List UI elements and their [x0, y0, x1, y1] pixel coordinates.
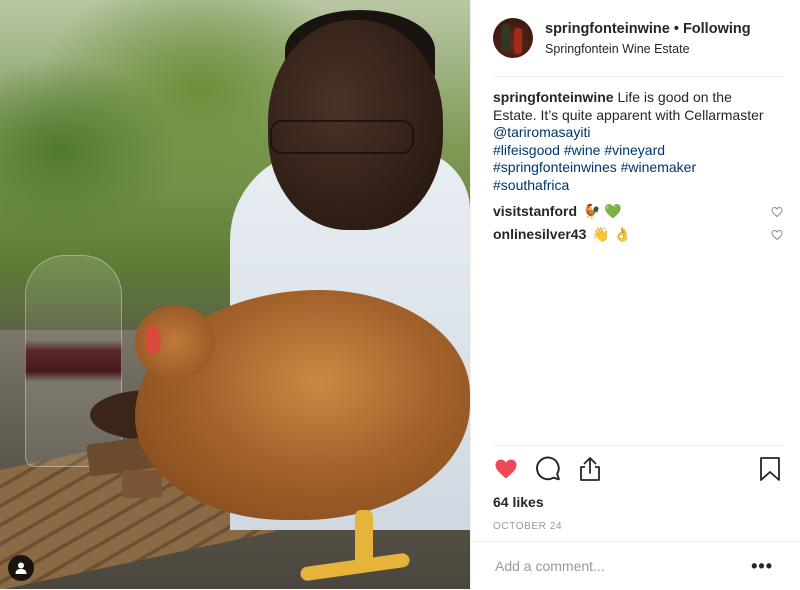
heart-outline-icon[interactable] [771, 206, 783, 218]
post-header: springfonteinwine • Following Springfontei… [493, 14, 783, 77]
avatar-bottle [514, 28, 522, 54]
comment-input[interactable] [493, 557, 737, 575]
avatar-bottle [502, 24, 510, 52]
photo-bread [122, 470, 162, 498]
heart-filled-icon [495, 459, 517, 479]
comment-text: 👋 👌 [592, 226, 632, 242]
mention-link[interactable]: @tariromasayiti [493, 124, 590, 140]
header-line: springfonteinwine • Following [545, 20, 751, 38]
instagram-post: springfonteinwine • Following Springfontei… [0, 0, 800, 589]
comment-text: 🐓 💚 [583, 203, 622, 219]
comments-list: visitstanford 🐓 💚 onlinesilver43 👋 👌 [493, 200, 783, 246]
photo-wine-glass [25, 255, 122, 467]
hashtag-link[interactable]: #winemaker [621, 159, 696, 175]
caption-username[interactable]: springfonteinwine [493, 89, 614, 105]
add-comment-bar: ••• [471, 541, 800, 590]
photo-glasses [270, 120, 414, 154]
comment-item: visitstanford 🐓 💚 [493, 200, 783, 223]
bookmark-icon [760, 457, 780, 481]
comment-username[interactable]: visitstanford [493, 203, 577, 219]
photo-hen-comb [145, 325, 161, 355]
save-button[interactable] [757, 456, 783, 482]
comment-body: onlinesilver43 👋 👌 [493, 226, 631, 243]
following-button[interactable]: Following [683, 21, 751, 37]
location-link[interactable]: Springfontein Wine Estate [545, 41, 751, 57]
comment-item: onlinesilver43 👋 👌 [493, 223, 783, 246]
header-text: springfonteinwine • Following Springfontei… [545, 20, 751, 57]
hashtag-link[interactable]: #wine [564, 142, 601, 158]
hashtag-link[interactable]: #lifeisgood [493, 142, 560, 158]
hashtag-link[interactable]: #vineyard [604, 142, 665, 158]
username-link[interactable]: springfonteinwine [545, 21, 670, 37]
hashtag-link[interactable]: #springfonteinwines [493, 159, 617, 175]
like-button[interactable] [493, 456, 519, 482]
separator-dot: • [673, 21, 679, 37]
action-bar [493, 446, 783, 492]
avatar[interactable] [493, 18, 533, 58]
comment-body: visitstanford 🐓 💚 [493, 203, 622, 220]
user-tag-icon [15, 562, 27, 574]
likes-count[interactable]: 64 likes [493, 494, 783, 510]
post-date[interactable]: OCTOBER 24 [493, 521, 783, 532]
share-icon [580, 457, 600, 481]
comment-username[interactable]: onlinesilver43 [493, 226, 586, 242]
heart-outline-icon[interactable] [771, 229, 783, 241]
post-sidebar: springfonteinwine • Following Springfontei… [470, 0, 800, 589]
comment-button[interactable] [535, 456, 561, 482]
post-caption: springfonteinwine Life is good on the Es… [493, 89, 773, 195]
post-photo[interactable] [0, 0, 470, 589]
comment-icon [536, 456, 560, 481]
user-tag-button[interactable] [8, 555, 34, 581]
hashtag-link[interactable]: #southafrica [493, 177, 569, 193]
share-button[interactable] [577, 456, 603, 482]
more-options-button[interactable]: ••• [751, 556, 773, 577]
post-actions-section: 64 likes OCTOBER 24 [493, 445, 783, 532]
